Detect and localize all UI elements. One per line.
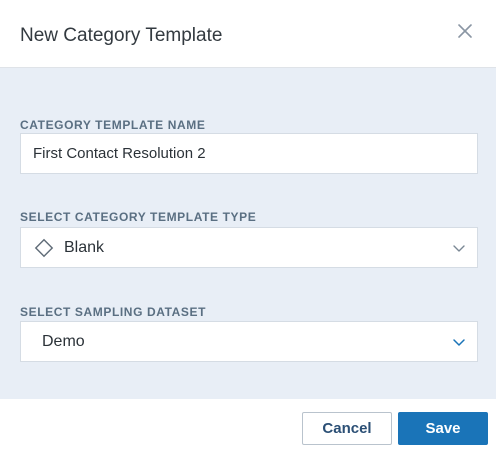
close-icon[interactable] <box>452 18 478 44</box>
dialog-title: New Category Template <box>20 25 223 46</box>
template-name-field-wrapper <box>20 133 478 174</box>
dialog-header: New Category Template <box>0 0 496 68</box>
template-name-label: CATEGORY TEMPLATE NAME <box>20 118 206 132</box>
dialog-body: CATEGORY TEMPLATE NAME SELECT CATEGORY T… <box>0 68 496 399</box>
cancel-button[interactable]: Cancel <box>302 412 392 445</box>
sampling-dataset-label: SELECT SAMPLING DATASET <box>20 305 207 319</box>
chevron-down-icon <box>451 335 467 349</box>
chevron-down-icon <box>451 241 467 255</box>
new-category-template-dialog: New Category Template CATEGORY TEMPLATE … <box>0 0 496 455</box>
save-button[interactable]: Save <box>398 412 488 445</box>
template-type-select[interactable]: Blank <box>20 227 478 268</box>
dialog-footer: Cancel Save <box>0 399 496 455</box>
diamond-icon <box>34 238 54 258</box>
template-type-label: SELECT CATEGORY TEMPLATE TYPE <box>20 210 257 224</box>
template-name-input[interactable] <box>21 134 477 173</box>
template-type-selected: Blank <box>64 239 105 256</box>
sampling-dataset-selected: Demo <box>42 333 85 350</box>
sampling-dataset-select[interactable]: Demo <box>20 321 478 362</box>
